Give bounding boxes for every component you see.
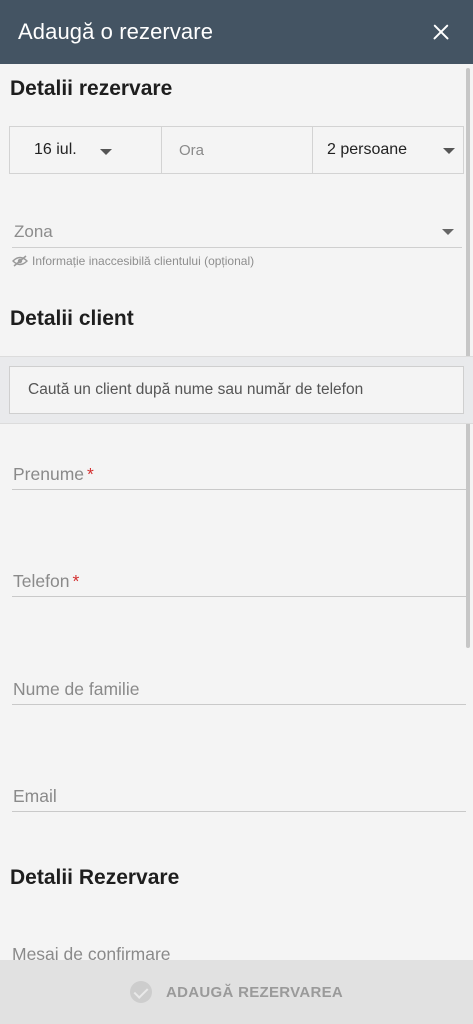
date-value: 16 iul.: [34, 141, 77, 158]
time-placeholder: Ora: [179, 141, 205, 159]
chevron-down-icon: [100, 149, 112, 155]
time-selector[interactable]: Ora: [162, 127, 313, 173]
client-search-placeholder: Caută un client după nume sau număr de t…: [28, 381, 364, 398]
booking-details-heading: Detalii Rezervare: [10, 866, 180, 889]
last-name-label: Nume de familie: [13, 679, 140, 699]
client-search-band: Caută un client după nume sau număr de t…: [0, 356, 473, 424]
chevron-down-icon: [443, 148, 455, 154]
add-reservation-button[interactable]: ADAUGĂ REZERVAREA: [0, 960, 473, 1024]
phone-field[interactable]: Telefon *: [12, 567, 466, 597]
date-selector[interactable]: 16 iul.: [10, 127, 162, 173]
last-name-field[interactable]: Nume de familie: [12, 675, 466, 705]
app-header: Adaugă o rezervare: [0, 0, 473, 64]
email-label: Email: [13, 786, 57, 806]
check-circle-icon: [129, 981, 152, 1003]
required-mark: *: [87, 464, 94, 484]
zone-hint: Informație inaccesibilă clientului (opți…: [12, 254, 254, 268]
party-size-value: 2 persoane: [327, 141, 408, 158]
chevron-down-icon: [442, 229, 454, 235]
client-details-heading: Detalii client: [10, 307, 134, 330]
page-title: Adaugă o rezervare: [18, 19, 214, 44]
zone-hint-text: Informație inaccesibilă clientului (opți…: [32, 254, 255, 268]
phone-label: Telefon: [13, 571, 70, 591]
reservation-details-heading: Detalii rezervare: [10, 77, 173, 100]
eye-off-icon: [12, 255, 28, 267]
email-field[interactable]: Email: [12, 782, 466, 812]
add-reservation-label: ADAUGĂ REZERVAREA: [165, 983, 344, 1001]
client-search-input[interactable]: Caută un client după nume sau număr de t…: [9, 366, 464, 414]
reservation-selector-row: 16 iul. Ora 2 persoane: [9, 126, 464, 174]
first-name-field[interactable]: Prenume *: [12, 460, 466, 490]
zone-label: Zona: [14, 222, 53, 241]
first-name-label: Prenume: [13, 464, 85, 484]
close-icon[interactable]: [427, 18, 455, 46]
party-size-selector[interactable]: 2 persoane: [313, 127, 463, 173]
zone-dropdown[interactable]: Zona: [12, 218, 462, 248]
required-mark: *: [72, 571, 80, 591]
